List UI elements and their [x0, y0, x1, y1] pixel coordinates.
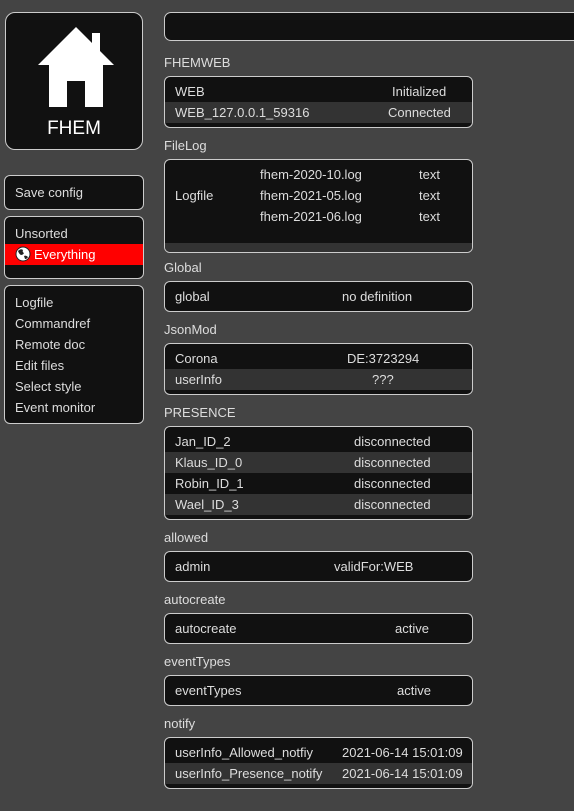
device-name[interactable]: global [175, 286, 210, 307]
table-row: global no definition [165, 286, 472, 307]
table-row: eventTypes active [165, 680, 472, 701]
device-name[interactable]: userInfo_Allowed_notfiy [175, 742, 313, 763]
device-name[interactable]: admin [175, 556, 210, 577]
device-name[interactable]: Klaus_ID_0 [175, 452, 242, 473]
group-autocreate: autocreate active [164, 613, 473, 644]
menu-select-style[interactable]: Select style [5, 376, 143, 397]
menu-logfile[interactable]: Logfile [5, 292, 143, 313]
device-name[interactable]: Corona [175, 348, 218, 369]
table-row: Jan_ID_2 disconnected [165, 431, 472, 452]
logo-text: FHEM [47, 118, 101, 139]
fhem-logo[interactable]: FHEM [5, 12, 143, 150]
group-presence: Jan_ID_2 disconnected Klaus_ID_0 disconn… [164, 426, 473, 520]
log-file-link[interactable]: fhem-2021-06.log [260, 206, 362, 227]
device-state: disconnected [354, 476, 431, 491]
device-name[interactable]: eventTypes [175, 680, 242, 701]
device-name[interactable]: Jan_ID_2 [175, 431, 231, 452]
device-state: DE:3723294 [347, 351, 420, 366]
menu-edit-files[interactable]: Edit files [5, 355, 143, 376]
house-icon [38, 27, 114, 107]
group-allowed: admin validFor:WEB [164, 551, 473, 582]
globe-icon [15, 246, 31, 262]
device-name[interactable]: Robin_ID_1 [175, 473, 244, 494]
group-title-notify[interactable]: notify [164, 716, 195, 732]
device-name[interactable]: Logfile [175, 185, 213, 206]
table-row: autocreate active [165, 618, 472, 639]
table-row: userInfo_Presence_notify 2021-06-14 15:0… [165, 763, 472, 784]
group-filelog: fhem-2020-10.log text Logfile fhem-2021-… [164, 159, 473, 253]
room-unsorted[interactable]: Unsorted [5, 223, 143, 244]
table-row: WEB Initialized [165, 81, 472, 102]
table-row: userInfo_Allowed_notfiy 2021-06-14 15:01… [165, 742, 472, 763]
table-row: Wael_ID_3 disconnected [165, 494, 472, 515]
table-row: fhem-2021-06.log text [165, 206, 472, 227]
device-state: no definition [342, 289, 413, 304]
group-notify: userInfo_Allowed_notfiy 2021-06-14 15:01… [164, 737, 473, 789]
log-file-link[interactable]: fhem-2021-05.log [260, 185, 362, 206]
log-file-type[interactable]: text [419, 206, 440, 227]
log-file-type[interactable]: text [419, 185, 440, 206]
save-menu: Save config [4, 175, 144, 210]
menu-commandref[interactable]: Commandref [5, 313, 143, 334]
table-row: userInfo ??? [165, 369, 472, 390]
room-menu: Unsorted Everything [4, 216, 144, 279]
group-title-filelog[interactable]: FileLog [164, 138, 207, 154]
log-file-link[interactable]: fhem-2020-10.log [260, 164, 362, 185]
group-title-eventtypes[interactable]: eventTypes [164, 654, 231, 670]
group-title-global[interactable]: Global [164, 260, 202, 276]
group-eventtypes: eventTypes active [164, 675, 473, 706]
menu-remote-doc[interactable]: Remote doc [5, 334, 143, 355]
group-fhemweb: WEB Initialized WEB_127.0.0.1_59316 Conn… [164, 76, 473, 128]
device-state: 2021-06-14 15:01:09 [342, 766, 463, 781]
filelog-footer [165, 243, 472, 252]
group-title-fhemweb[interactable]: FHEMWEB [164, 55, 230, 71]
device-state: 2021-06-14 15:01:09 [342, 745, 463, 760]
device-state: Initialized [392, 84, 447, 99]
tools-menu: Logfile Commandref Remote doc Edit files… [4, 285, 144, 424]
device-state: validFor:WEB [334, 559, 414, 574]
group-title-presence[interactable]: PRESENCE [164, 405, 236, 421]
device-state: disconnected [354, 455, 431, 470]
device-state: active [395, 621, 429, 636]
device-state: Connected [388, 105, 451, 120]
table-row: WEB_127.0.0.1_59316 Connected [165, 102, 472, 123]
table-row: Logfile fhem-2021-05.log text [165, 185, 472, 206]
device-name[interactable]: userInfo_Presence_notify [175, 763, 322, 784]
table-row: admin validFor:WEB [165, 556, 472, 577]
device-name[interactable]: WEB_127.0.0.1_59316 [175, 102, 309, 123]
room-everything[interactable]: Everything [5, 244, 143, 265]
group-title-autocreate[interactable]: autocreate [164, 592, 225, 608]
group-title-jsonmod[interactable]: JsonMod [164, 322, 217, 338]
command-input[interactable] [164, 12, 574, 41]
group-title-allowed[interactable]: allowed [164, 530, 208, 546]
device-state: ??? [372, 372, 394, 387]
menu-event-monitor[interactable]: Event monitor [5, 397, 143, 418]
group-jsonmod: Corona DE:3723294 userInfo ??? [164, 343, 473, 395]
table-row: fhem-2020-10.log text [165, 164, 472, 185]
device-state: disconnected [354, 434, 431, 449]
save-config-link[interactable]: Save config [5, 182, 143, 203]
device-state: active [397, 683, 431, 698]
device-name[interactable]: autocreate [175, 618, 236, 639]
log-file-type[interactable]: text [419, 164, 440, 185]
group-global: global no definition [164, 281, 473, 312]
device-state: disconnected [354, 497, 431, 512]
room-everything-label: Everything [34, 247, 96, 262]
device-name[interactable]: WEB [175, 81, 205, 102]
table-row: Robin_ID_1 disconnected [165, 473, 472, 494]
table-row: Klaus_ID_0 disconnected [165, 452, 472, 473]
device-name[interactable]: userInfo [175, 369, 222, 390]
device-name[interactable]: Wael_ID_3 [175, 494, 239, 515]
table-row: Corona DE:3723294 [165, 348, 472, 369]
